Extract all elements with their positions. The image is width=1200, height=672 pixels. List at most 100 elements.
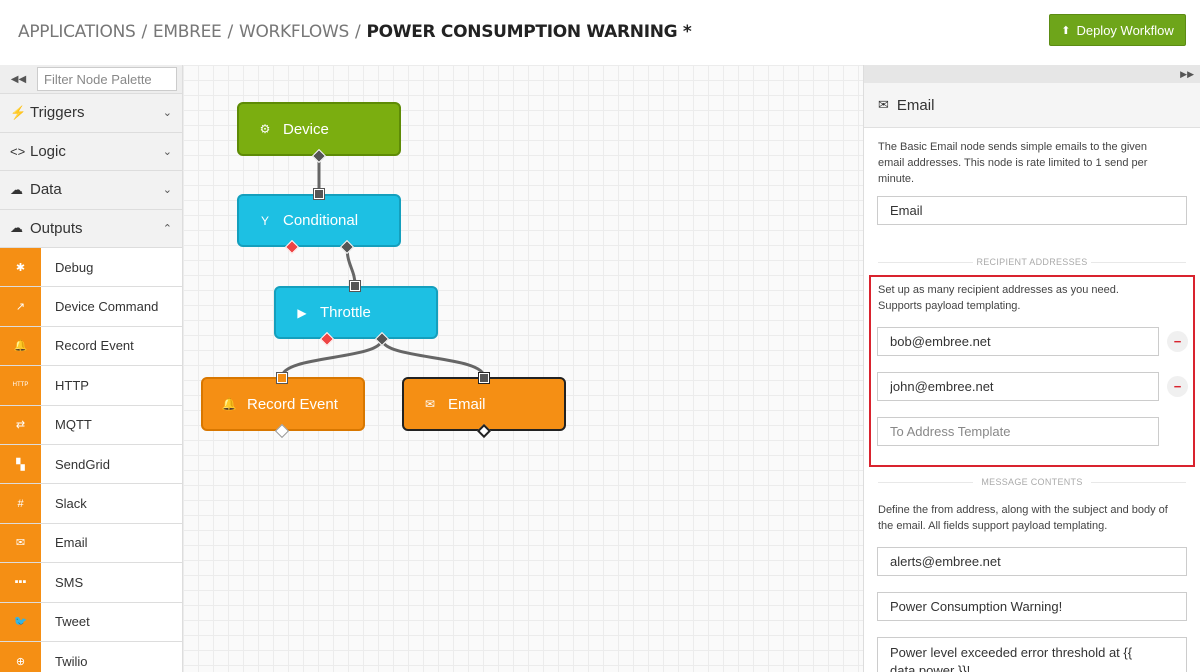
header: APPLICATIONS / EMBREE / WORKFLOWS / POWER CONS… — [0, 0, 1200, 65]
wire-throttle-record — [280, 338, 384, 378]
input-port[interactable] — [313, 188, 325, 200]
code-icon: <> — [10, 143, 26, 159]
panel-title: Email — [896, 96, 935, 114]
node-label: Throttle — [320, 304, 371, 321]
chevron-down-icon: ⌄ — [162, 107, 172, 120]
input-port[interactable] — [478, 372, 490, 384]
recipient-input[interactable] — [877, 327, 1159, 356]
cloud-upload-icon: ☁ — [10, 220, 23, 236]
breadcrumb-separator: / — [141, 22, 147, 42]
palette-item-label: Email — [55, 535, 88, 551]
palette-item-label: Record Event — [55, 338, 134, 354]
palette-item-twilio[interactable]: ⊕ Twilio — [0, 641, 182, 672]
palette-item-device-command[interactable]: ↗ Device Command — [0, 287, 182, 327]
node-label: Conditional — [283, 212, 359, 229]
palette-item-debug[interactable]: ✱ Debug — [0, 248, 182, 288]
chevron-up-icon: ⌃ — [162, 222, 172, 235]
bolt-icon: ⚡ — [10, 104, 27, 120]
palette-item-slack[interactable]: # Slack — [0, 484, 182, 524]
palette-item-label: HTTP — [55, 377, 89, 393]
node-name-input[interactable] — [877, 196, 1187, 225]
remove-recipient-icon[interactable]: − — [1167, 331, 1188, 352]
category-logic[interactable]: <> Logic ⌄ — [0, 132, 182, 171]
breadcrumb-workflows[interactable]: WORKFLOWS — [239, 22, 349, 42]
breadcrumb-separator: / — [227, 22, 234, 42]
chat-icon: ▪▪▪ — [0, 563, 41, 602]
cloud-download-icon: ☁ — [10, 181, 23, 197]
node-palette: ◀◀ ⚡ Triggers ⌄ <> Logic ⌄ ☁ Data ⌄ ☁ Ou… — [0, 65, 183, 672]
category-label: Outputs — [30, 219, 83, 237]
envelope-icon: ✉ — [0, 523, 41, 563]
envelope-icon: ✉ — [878, 97, 889, 112]
deploy-workflow-label: Deploy Workflow — [1076, 22, 1174, 38]
panel-header: ✉ Email — [864, 83, 1200, 128]
message-section-label: MESSAGE CONTENTS — [878, 477, 1186, 487]
breadcrumb-applications[interactable]: APPLICATIONS — [18, 22, 136, 42]
recipient-input[interactable] — [877, 372, 1159, 401]
palette-toolbar: ◀◀ — [0, 65, 182, 94]
category-triggers[interactable]: ⚡ Triggers ⌄ — [0, 94, 182, 133]
deploy-workflow-button[interactable]: ⬆ Deploy Workflow — [1049, 14, 1186, 46]
input-port[interactable] — [276, 372, 288, 384]
category-label: Triggers — [30, 104, 85, 122]
envelope-icon: ✉ — [424, 397, 436, 411]
bug-icon: ✱ — [0, 248, 41, 287]
bell-icon: 🔔 — [0, 326, 41, 366]
wire-throttle-email — [380, 338, 486, 378]
category-label: Data — [30, 181, 62, 199]
palette-item-label: Slack — [55, 496, 87, 512]
node-config-panel: ▶▶ ✉ Email The Basic Email node sends si… — [863, 65, 1200, 672]
palette-item-tweet[interactable]: 🐦 Tweet — [0, 602, 182, 642]
node-device[interactable]: ⚙ Device — [237, 102, 401, 156]
collapse-palette-icon[interactable]: ◀◀ — [0, 65, 37, 94]
upload-icon: ⬆ — [1061, 24, 1071, 37]
palette-item-http[interactable]: HTTP HTTP — [0, 366, 182, 406]
breadcrumb: APPLICATIONS / EMBREE / WORKFLOWS / POWER CONS… — [18, 22, 692, 42]
category-outputs[interactable]: ☁ Outputs ⌃ — [0, 209, 182, 248]
category-label: Logic — [30, 142, 66, 160]
exchange-icon: ⇄ — [0, 405, 41, 444]
palette-item-label: MQTT — [55, 417, 92, 433]
node-throttle[interactable]: ▶ Throttle — [274, 286, 438, 339]
body-textarea[interactable]: Power level exceeded error threshold at … — [877, 637, 1187, 672]
palette-item-label: SendGrid — [55, 456, 110, 472]
panel-toolbar: ▶▶ — [864, 65, 1200, 83]
category-data[interactable]: ☁ Data ⌄ — [0, 171, 182, 210]
palette-item-sms[interactable]: ▪▪▪ SMS — [0, 563, 182, 603]
palette-item-label: Twilio — [55, 653, 88, 669]
page-title: POWER CONSUMPTION WARNING * — [366, 22, 692, 42]
twitter-icon: 🐦 — [0, 602, 41, 641]
node-record-event[interactable]: 🔔 Record Event — [201, 377, 365, 431]
bell-icon: 🔔 — [221, 397, 237, 411]
fork-icon: Y — [260, 213, 269, 228]
node-label: Email — [448, 395, 486, 413]
breadcrumb-embree[interactable]: EMBREE — [153, 22, 222, 42]
workflow-canvas[interactable]: ⚙ Device Y Conditional ▶ Throttle 🔔 Reco… — [183, 65, 863, 672]
slack-icon: # — [0, 484, 41, 523]
node-description: The Basic Email node sends simple emails… — [878, 141, 1148, 185]
palette-item-label: SMS — [55, 574, 84, 590]
palette-item-email[interactable]: ✉ Email — [0, 523, 182, 564]
chevron-down-icon: ⌄ — [162, 184, 172, 197]
to-address-template-input[interactable] — [877, 417, 1159, 446]
connection-wires — [280, 155, 486, 378]
message-description: Define the from address, along with the … — [878, 504, 1168, 532]
subject-input[interactable] — [877, 592, 1187, 621]
palette-item-sendgrid[interactable]: ▚ SendGrid — [0, 444, 182, 485]
play-circle-icon: ▶ — [297, 305, 307, 320]
chip-icon: ⚙ — [259, 122, 271, 136]
breadcrumb-separator: / — [355, 22, 361, 42]
palette-item-mqtt[interactable]: ⇄ MQTT — [0, 405, 182, 445]
node-conditional[interactable]: Y Conditional — [237, 194, 401, 247]
twilio-icon: ⊕ — [0, 641, 41, 672]
collapse-panel-icon[interactable]: ▶▶ — [1180, 69, 1194, 80]
node-label: Device — [283, 120, 329, 138]
palette-item-record-event[interactable]: 🔔 Record Event — [0, 326, 182, 367]
from-address-input[interactable] — [877, 547, 1187, 576]
node-label: Record Event — [247, 395, 338, 413]
filter-palette-input[interactable] — [37, 67, 177, 91]
node-email-selected[interactable]: ✉ Email — [402, 377, 566, 431]
palette-item-label: Debug — [55, 259, 94, 275]
input-port[interactable] — [349, 280, 361, 292]
remove-recipient-icon[interactable]: − — [1167, 376, 1188, 397]
